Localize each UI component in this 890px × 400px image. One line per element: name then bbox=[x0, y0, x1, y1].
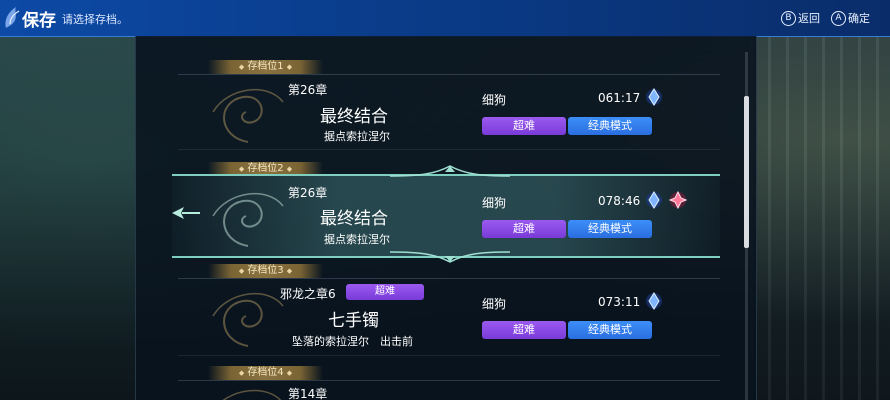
blue-emblem-icon bbox=[646, 191, 662, 209]
selection-cursor-icon bbox=[172, 207, 200, 219]
chapter-label: 第26章 bbox=[288, 186, 328, 200]
confirm-hint[interactable]: A 确定 bbox=[831, 10, 870, 26]
flourish-ornament-icon bbox=[222, 389, 282, 400]
diamond-icon: ◆ bbox=[238, 369, 245, 377]
location-extra-label: 出击前 bbox=[380, 335, 413, 348]
chapter-title: 七手镯 bbox=[328, 311, 379, 331]
slot-label: 存档位4 bbox=[247, 367, 284, 378]
diamond-icon: ◆ bbox=[238, 63, 245, 71]
mode-badge: 经典模式 bbox=[568, 117, 652, 135]
save-emblem-icon bbox=[5, 7, 20, 28]
background-scenery-left bbox=[0, 36, 135, 400]
difficulty-badge: 超难 bbox=[482, 220, 566, 238]
back-label: 返回 bbox=[798, 12, 820, 25]
flourish-ornament-icon bbox=[212, 292, 284, 347]
player-name: 细狗 bbox=[482, 93, 507, 107]
blue-emblem-icon bbox=[646, 292, 662, 310]
selection-crest-bottom-icon bbox=[390, 251, 510, 263]
chapter-label: 第26章 bbox=[288, 83, 328, 97]
play-time: 078:46 bbox=[598, 194, 641, 208]
slot-label: 存档位2 bbox=[247, 163, 284, 174]
mode-badge: 经典模式 bbox=[568, 220, 652, 238]
selection-crest-top-icon bbox=[390, 165, 510, 177]
confirm-label: 确定 bbox=[848, 12, 870, 25]
diamond-icon: ◆ bbox=[238, 267, 245, 275]
back-hint[interactable]: B 返回 bbox=[781, 10, 820, 26]
slot-label: 存档位3 bbox=[247, 265, 284, 276]
background-scenery-right bbox=[750, 36, 890, 400]
flourish-ornament-icon bbox=[212, 192, 284, 247]
location-label: 据点索拉涅尔 bbox=[324, 233, 390, 246]
player-name: 细狗 bbox=[482, 297, 507, 311]
difficulty-badge: 超难 bbox=[482, 117, 566, 135]
chapter-title: 最终结合 bbox=[320, 107, 388, 127]
scrollbar-thumb[interactable] bbox=[744, 96, 749, 248]
save-slot-3[interactable]: 邪龙之章6 超难 七手镯 坠落的索拉涅尔 出击前 细狗 073:11 超难 经典… bbox=[178, 278, 720, 356]
chapter-label: 第14章 bbox=[288, 387, 328, 400]
location-label: 坠落的索拉涅尔 bbox=[292, 335, 369, 348]
diamond-icon: ◆ bbox=[286, 63, 293, 71]
chapter-label: 邪龙之章6 bbox=[280, 287, 336, 301]
diamond-icon: ◆ bbox=[286, 165, 293, 173]
play-time: 073:11 bbox=[598, 295, 641, 309]
chapter-title: 最终结合 bbox=[320, 209, 388, 229]
save-slot-4[interactable]: 第14章 bbox=[178, 380, 720, 400]
b-button-icon: B bbox=[781, 10, 796, 26]
slot-tab-3: ◆ 存档位3 ◆ bbox=[208, 264, 323, 278]
a-button-icon: A bbox=[831, 10, 846, 26]
blue-emblem-icon bbox=[646, 88, 662, 106]
save-screen: 保存 请选择存档。 B 返回 A 确定 ◆ 存档位1 ◆ 第26章 最终结合 据点索… bbox=[0, 0, 890, 400]
flourish-ornament-icon bbox=[212, 88, 284, 143]
slot-label: 存档位1 bbox=[247, 61, 284, 72]
difficulty-badge: 超难 bbox=[482, 321, 566, 339]
page-title: 保存 bbox=[22, 11, 56, 31]
diamond-icon: ◆ bbox=[238, 165, 245, 173]
player-name: 细狗 bbox=[482, 196, 507, 210]
diamond-icon: ◆ bbox=[286, 369, 293, 377]
play-time: 061:17 bbox=[598, 91, 641, 105]
mode-badge: 经典模式 bbox=[568, 321, 652, 339]
page-subtitle: 请选择存档。 bbox=[62, 13, 128, 26]
location-label: 据点索拉涅尔 bbox=[324, 130, 390, 143]
header-bar: 保存 请选择存档。 B 返回 A 确定 bbox=[0, 0, 890, 37]
chapter-difficulty-badge: 超难 bbox=[346, 284, 424, 300]
diamond-icon: ◆ bbox=[286, 267, 293, 275]
red-emblem-icon bbox=[668, 190, 688, 210]
slot-tab-4: ◆ 存档位4 ◆ bbox=[208, 366, 323, 380]
save-slot-2[interactable]: 第26章 最终结合 据点索拉涅尔 细狗 078:46 超难 经典模式 bbox=[172, 174, 720, 258]
save-slot-1[interactable]: 第26章 最终结合 据点索拉涅尔 细狗 061:17 超难 经典模式 bbox=[178, 74, 720, 150]
slot-tab-1: ◆ 存档位1 ◆ bbox=[208, 60, 323, 74]
